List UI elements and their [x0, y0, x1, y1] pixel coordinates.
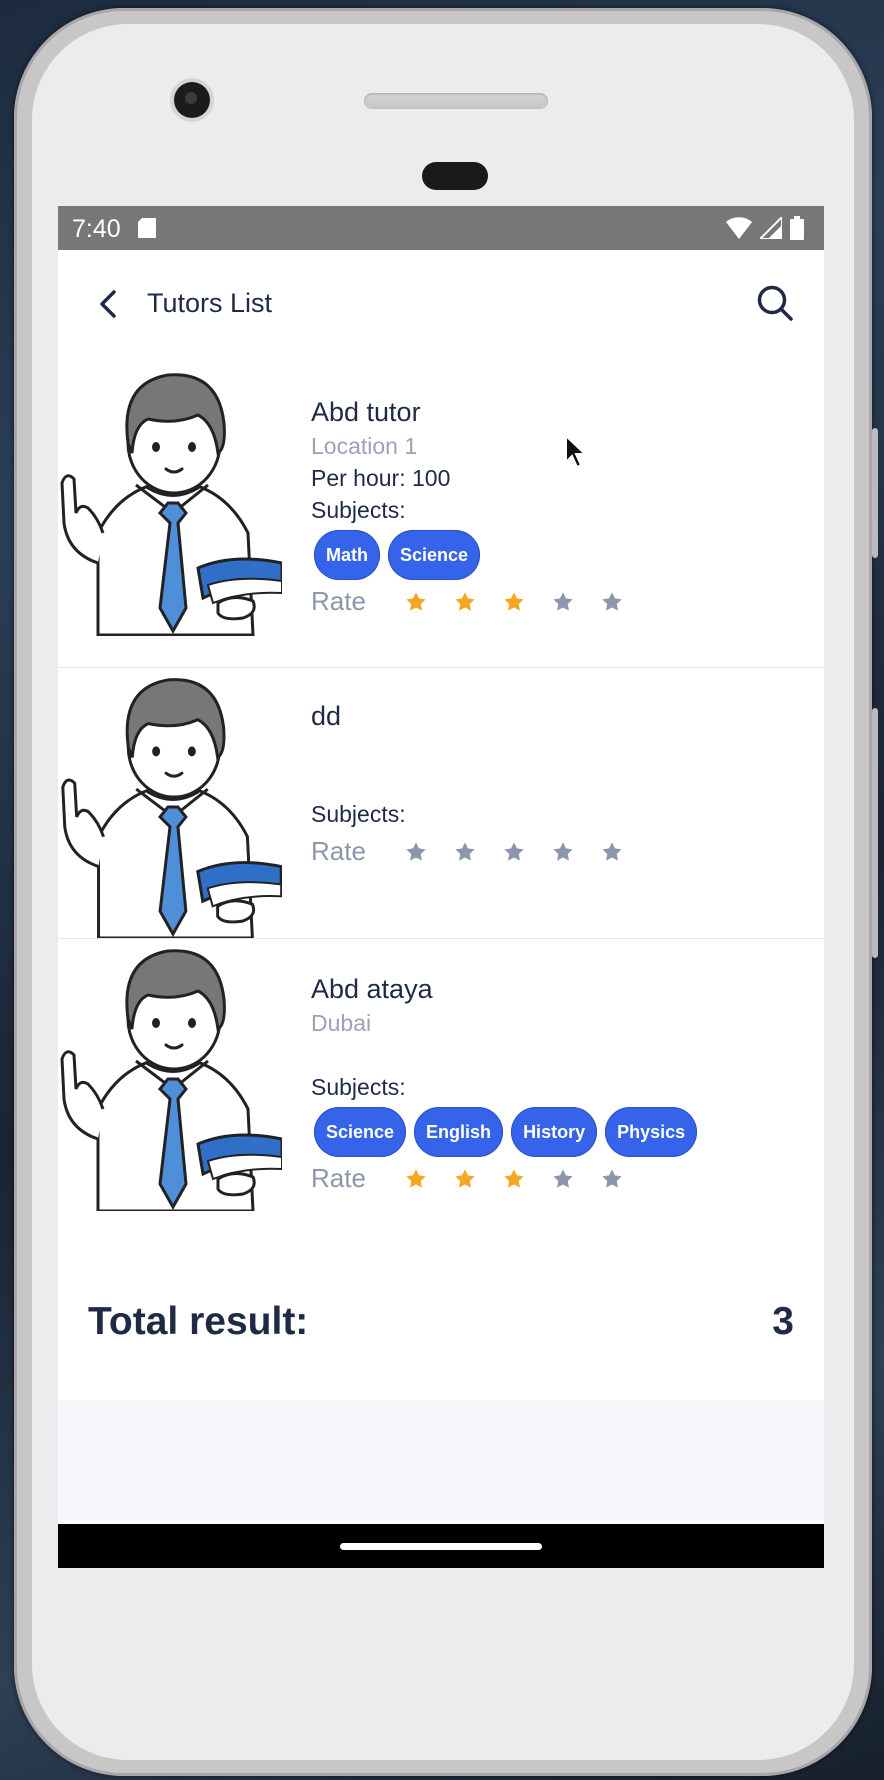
- total-result-label: Total result:: [88, 1300, 309, 1343]
- tutor-name: Abd tutor: [311, 397, 421, 427]
- rating-row: Rate: [311, 1163, 697, 1194]
- star-icon[interactable]: [601, 1168, 623, 1190]
- subject-chip[interactable]: History: [511, 1107, 598, 1157]
- star-rating[interactable]: [405, 591, 623, 613]
- subject-chip[interactable]: Physics: [605, 1107, 698, 1157]
- total-result-count: 3: [772, 1300, 794, 1343]
- tutor-location: [311, 734, 623, 766]
- power-button: [872, 428, 878, 558]
- navigation-bar: [58, 1524, 824, 1568]
- home-gesture-pill[interactable]: [340, 1543, 542, 1550]
- subjects-label: Subjects:: [311, 1074, 406, 1100]
- mouse-cursor-icon: [565, 434, 588, 469]
- proximity-sensor: [422, 162, 488, 190]
- tutor-card[interactable]: dd Subjects: Rate: [58, 668, 824, 939]
- subject-chip[interactable]: Math: [314, 530, 380, 580]
- subject-chip[interactable]: Science: [388, 530, 481, 580]
- star-icon[interactable]: [601, 591, 623, 613]
- tutor-info: Abd ataya Dubai Subjects: Science Englis…: [311, 971, 698, 1194]
- tutor-name: Abd ataya: [311, 974, 433, 1004]
- subjects-label: Subjects:: [311, 801, 406, 827]
- tutor-hourly-rate: [311, 766, 623, 798]
- tutor-name: dd: [311, 701, 342, 731]
- app-bar: Tutors List: [58, 250, 824, 358]
- volume-button: [872, 708, 878, 958]
- star-icon[interactable]: [454, 591, 476, 613]
- status-icons: [726, 216, 804, 240]
- sd-card-icon: [138, 218, 156, 238]
- tutor-info: Abd tutor Location 1 Per hour: 100 Subje…: [311, 394, 623, 617]
- subject-chip[interactable]: English: [414, 1107, 504, 1157]
- star-icon[interactable]: [601, 841, 623, 863]
- star-icon[interactable]: [405, 1168, 427, 1190]
- star-icon[interactable]: [405, 591, 427, 613]
- back-arrow-icon[interactable]: [94, 286, 124, 322]
- wifi-icon: [726, 217, 752, 239]
- star-icon[interactable]: [454, 841, 476, 863]
- star-icon[interactable]: [503, 591, 525, 613]
- front-camera: [174, 82, 210, 118]
- rate-label: Rate: [311, 836, 366, 866]
- page-title: Tutors List: [147, 288, 273, 318]
- star-icon[interactable]: [503, 841, 525, 863]
- tutor-avatar: [58, 939, 282, 1211]
- subjects-label: Subjects:: [311, 497, 406, 523]
- tutor-hourly-rate: [311, 1039, 697, 1071]
- star-icon[interactable]: [405, 841, 427, 863]
- star-rating[interactable]: [405, 841, 623, 863]
- rating-row: Rate: [311, 586, 623, 617]
- status-time: 7:40: [72, 215, 121, 243]
- status-bar: 7:40: [58, 206, 824, 250]
- tutor-avatar: [58, 668, 282, 938]
- subject-chip[interactable]: Science: [314, 1107, 407, 1157]
- rate-label: Rate: [311, 1163, 366, 1193]
- star-icon[interactable]: [552, 1168, 574, 1190]
- tutor-avatar: [58, 362, 282, 636]
- star-icon[interactable]: [552, 841, 574, 863]
- tutor-info: dd Subjects: Rate: [311, 698, 623, 867]
- rating-row: Rate: [311, 836, 623, 867]
- tutor-location: Dubai: [311, 1010, 372, 1036]
- subject-chips: Math Science: [314, 530, 623, 580]
- star-rating[interactable]: [405, 1168, 623, 1190]
- tutor-card[interactable]: Abd ataya Dubai Subjects: Science Englis…: [58, 939, 824, 1248]
- star-icon[interactable]: [454, 1168, 476, 1190]
- star-icon[interactable]: [552, 591, 574, 613]
- rate-label: Rate: [311, 586, 366, 616]
- search-icon[interactable]: [756, 284, 794, 322]
- star-icon[interactable]: [503, 1168, 525, 1190]
- subject-chips: Science English History Physics: [314, 1107, 698, 1157]
- phone-screen: 7:40 Tutors List Abd tutor Location 1 Pe…: [58, 206, 824, 1568]
- signal-icon: [760, 217, 782, 239]
- empty-area: [58, 1400, 824, 1520]
- battery-icon: [790, 216, 804, 240]
- tutor-card[interactable]: Abd tutor Location 1 Per hour: 100 Subje…: [58, 358, 824, 668]
- earpiece-speaker: [364, 93, 548, 109]
- total-result-bar: Total result: 3: [58, 1240, 824, 1400]
